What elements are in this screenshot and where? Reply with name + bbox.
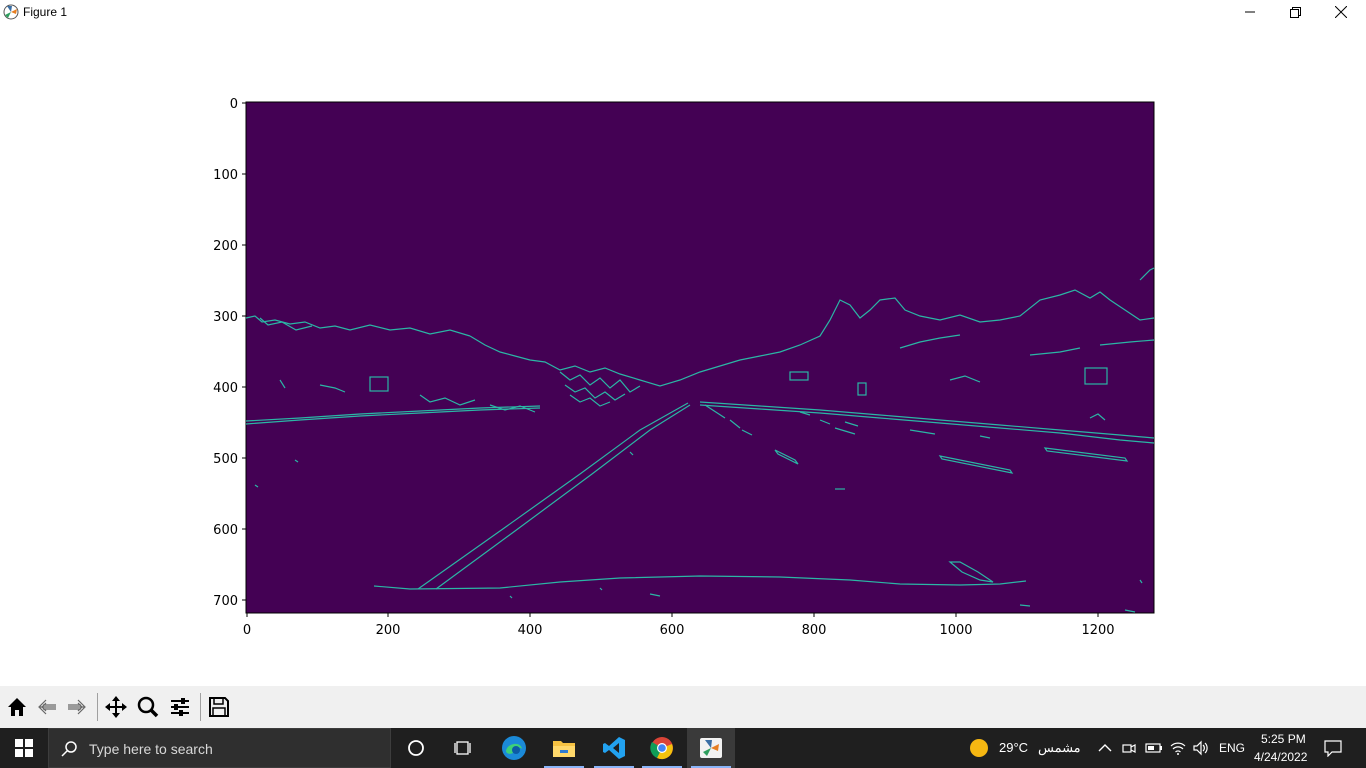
- y-tick-label: 0: [230, 97, 238, 112]
- vscode-icon: [603, 737, 625, 759]
- window-title: Figure 1: [23, 5, 68, 19]
- configure-subplots-icon: [171, 698, 189, 716]
- restore-button[interactable]: [1272, 0, 1318, 24]
- weather-condition[interactable]: مشمس: [1038, 740, 1081, 756]
- y-axis-ticks: [242, 102, 246, 601]
- search-placeholder: Type here to search: [89, 741, 213, 757]
- zoom-button[interactable]: [133, 692, 163, 722]
- taskbar-search-box[interactable]: Type here to search: [48, 728, 391, 768]
- image-area: [245, 101, 1155, 614]
- y-tick-label: 300: [213, 310, 238, 325]
- x-tick-labels: 0 200 400 600 800 1000 1200: [243, 623, 1115, 638]
- pan-button[interactable]: [101, 692, 131, 722]
- zoom-icon: [137, 696, 159, 718]
- matplotlib-logo-icon: [3, 4, 19, 20]
- meet-now-icon[interactable]: [1121, 740, 1137, 756]
- y-tick-label: 400: [213, 381, 238, 396]
- file-explorer-taskbar-button[interactable]: [540, 728, 588, 768]
- x-tick-label: 0: [243, 623, 251, 638]
- search-icon: [61, 741, 77, 757]
- cortana-icon: [408, 740, 424, 756]
- chrome-taskbar-button[interactable]: [638, 728, 686, 768]
- minimize-icon: [1245, 11, 1255, 13]
- y-tick-labels: 0 100 200 300 400 500 600 700: [213, 97, 238, 609]
- python-figure-icon: [700, 738, 722, 758]
- cortana-button[interactable]: [392, 728, 440, 768]
- y-tick-label: 600: [213, 523, 238, 538]
- toolbar-separator: [97, 693, 98, 721]
- minimize-button[interactable]: [1227, 0, 1273, 24]
- figure-canvas[interactable]: 0 200 400 600 800 1000 1200 0 100 200 30…: [0, 24, 1366, 686]
- python-figure-taskbar-button[interactable]: [687, 728, 735, 768]
- title-bar: Figure 1: [0, 0, 1366, 24]
- close-icon: [1335, 6, 1347, 18]
- home-icon: [8, 698, 26, 716]
- clock-date[interactable]: 4/24/2022: [1254, 750, 1307, 764]
- weather-sun-icon[interactable]: [969, 738, 989, 758]
- x-tick-label: 1200: [1081, 623, 1114, 638]
- x-tick-label: 1000: [939, 623, 972, 638]
- wifi-icon[interactable]: [1169, 740, 1187, 756]
- restore-icon: [1289, 6, 1301, 18]
- forward-icon: [68, 699, 86, 715]
- y-tick-label: 200: [213, 239, 238, 254]
- edge-taskbar-button[interactable]: [490, 728, 538, 768]
- save-icon: [209, 697, 229, 717]
- notifications-icon[interactable]: [1324, 739, 1342, 757]
- close-button[interactable]: [1318, 0, 1364, 24]
- task-view-button[interactable]: [440, 728, 488, 768]
- chrome-icon: [650, 737, 673, 760]
- start-button[interactable]: [0, 728, 48, 768]
- y-tick-label: 700: [213, 594, 238, 609]
- x-tick-label: 800: [802, 623, 827, 638]
- edge-detection-plot[interactable]: 0 200 400 600 800 1000 1200 0 100 200 30…: [0, 24, 1366, 686]
- battery-icon[interactable]: [1145, 742, 1163, 754]
- y-tick-label: 500: [213, 452, 238, 467]
- task-view-icon: [454, 741, 471, 755]
- x-tick-label: 400: [518, 623, 543, 638]
- forward-button[interactable]: [62, 692, 92, 722]
- save-button[interactable]: [204, 692, 234, 722]
- edge-icon: [502, 736, 526, 760]
- input-language[interactable]: ENG: [1219, 741, 1245, 755]
- x-tick-label: 200: [376, 623, 401, 638]
- file-explorer-icon: [553, 741, 575, 757]
- windows-logo-icon: [15, 739, 33, 757]
- chevron-up-icon[interactable]: [1098, 742, 1112, 754]
- back-button[interactable]: [32, 692, 62, 722]
- vscode-taskbar-button[interactable]: [590, 728, 638, 768]
- weather-temperature[interactable]: 29°C: [999, 740, 1028, 755]
- clock-time[interactable]: 5:25 PM: [1261, 732, 1306, 746]
- configure-subplots-button[interactable]: [165, 692, 195, 722]
- y-tick-label: 100: [213, 168, 238, 183]
- toolbar-separator: [200, 693, 201, 721]
- home-button[interactable]: [2, 692, 32, 722]
- back-icon: [38, 699, 56, 715]
- x-tick-label: 600: [660, 623, 685, 638]
- volume-icon[interactable]: [1192, 740, 1210, 756]
- x-axis-ticks: [246, 613, 1099, 617]
- pan-icon: [105, 696, 127, 718]
